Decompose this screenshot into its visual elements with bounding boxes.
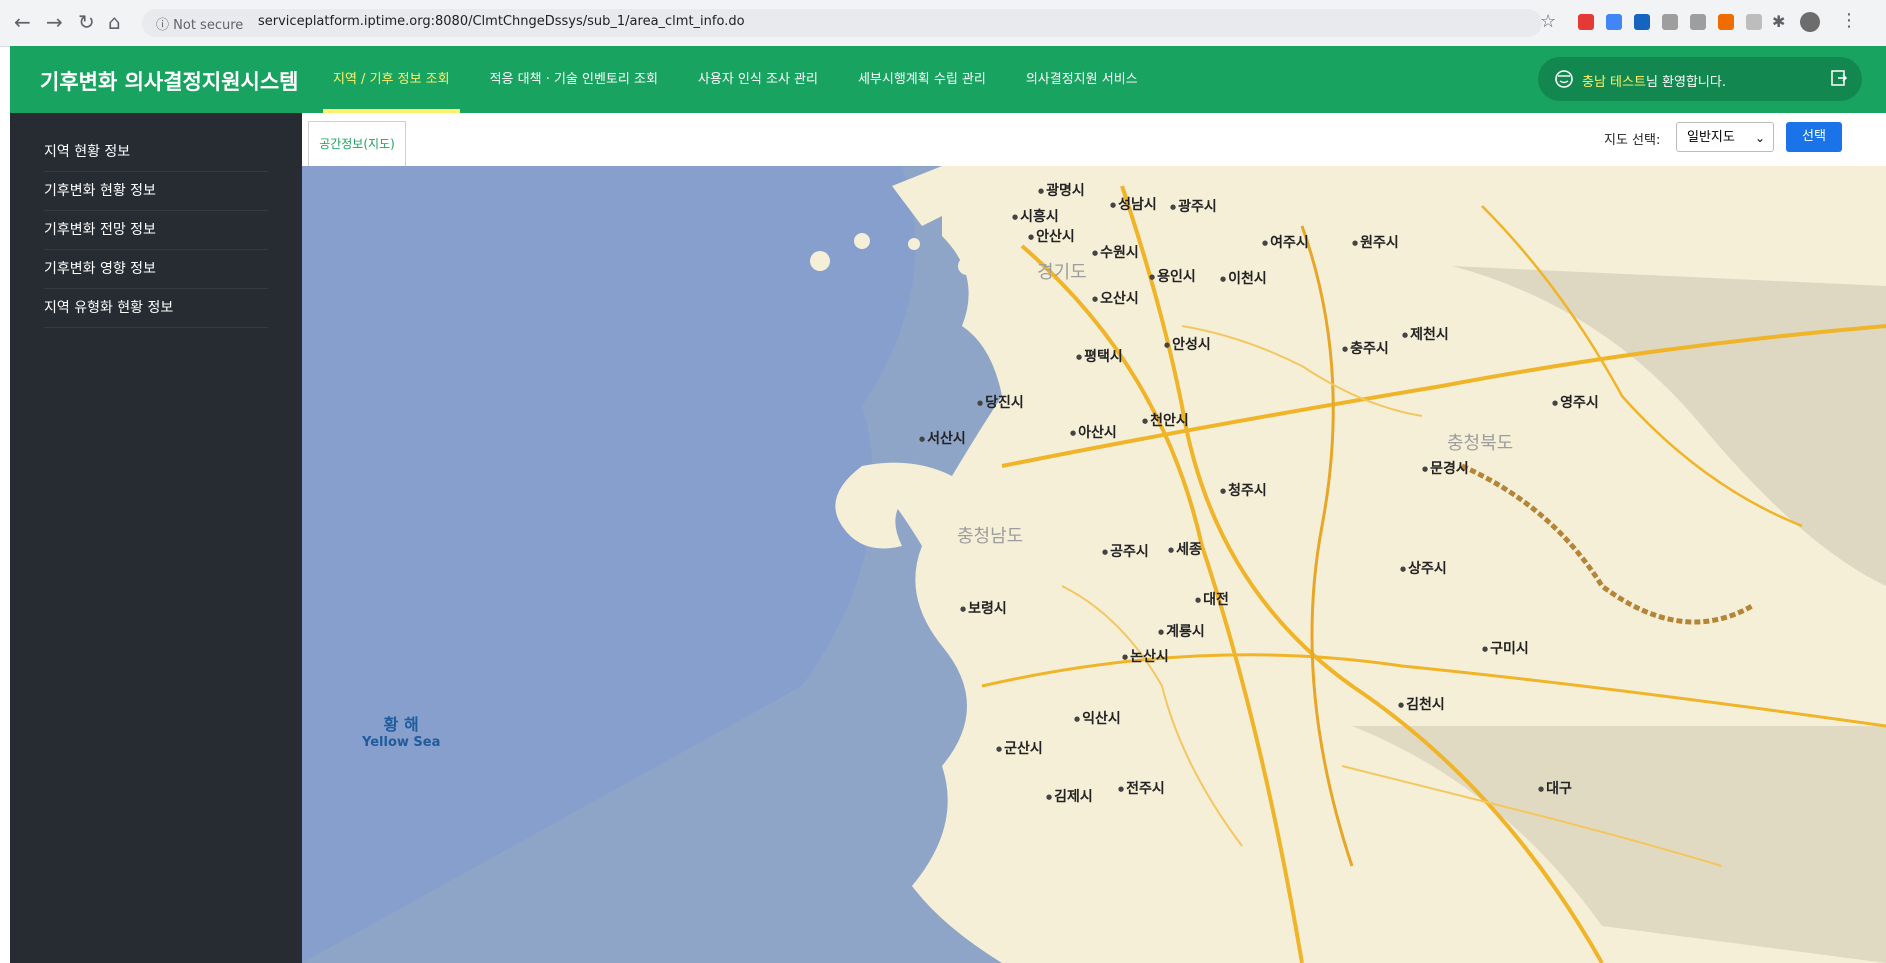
welcome-suffix: 님 환영합니다. (1645, 75, 1726, 90)
city-label: 수원시 (1092, 242, 1139, 262)
city-label: 논산시 (1122, 646, 1169, 666)
city-label: 대구 (1538, 778, 1572, 798)
map-type-select[interactable]: 일반지도 ⌄ (1676, 122, 1774, 152)
city-label: 청주시 (1220, 480, 1267, 500)
tab-spatial-map[interactable]: 공간정보(지도) (308, 121, 406, 168)
sea-label-en: Yellow Sea (362, 735, 441, 750)
city-label: 제천시 (1402, 324, 1449, 344)
back-icon[interactable]: ← (14, 10, 31, 34)
profile-avatar[interactable] (1800, 12, 1820, 32)
sidebar-item-climate-status[interactable]: 기후변화 현황 정보 (44, 172, 268, 211)
city-label: 안성시 (1164, 334, 1211, 354)
city-label: 원주시 (1352, 232, 1399, 252)
map-select-label: 지도 선택: (1604, 133, 1661, 148)
city-label: 여주시 (1262, 232, 1309, 252)
city-label: 익산시 (1074, 708, 1121, 728)
url-text[interactable]: serviceplatform.iptime.org:8080/ClmtChng… (258, 14, 745, 29)
chevron-down-icon: ⌄ (1754, 131, 1765, 145)
city-label: 군산시 (996, 738, 1043, 758)
city-label: 상주시 (1400, 558, 1447, 578)
puzzle-icon[interactable]: ✱ (1772, 12, 1785, 31)
city-label: 김제시 (1046, 786, 1093, 806)
home-icon[interactable]: ⌂ (108, 10, 121, 34)
province-label: 충청남도 (957, 526, 1024, 547)
sidebar: 지역 현황 정보 기후변화 현황 정보 기후변화 전망 정보 기후변화 영향 정… (10, 113, 302, 963)
map-type-value: 일반지도 (1687, 130, 1735, 145)
city-label: 평택시 (1076, 346, 1123, 366)
city-label: 광명시 (1038, 180, 1085, 200)
reload-icon[interactable]: ↻ (78, 10, 95, 34)
not-secure-label[interactable]: ⓘ Not secure (156, 14, 243, 33)
city-label: 세종 (1168, 539, 1202, 559)
city-label: 문경시 (1422, 458, 1469, 478)
sidebar-item-climate-forecast[interactable]: 기후변화 전망 정보 (44, 211, 268, 250)
main-menu: 지역 / 기후 정보 조회 적응 대책 · 기술 인벤토리 조회 사용자 인식 … (313, 46, 1158, 113)
sea-label-ko: 황 해 (383, 715, 419, 734)
address-bar[interactable]: ⓘ Not secure serviceplatform.iptime.org:… (142, 9, 1542, 37)
city-label: 대전 (1195, 589, 1229, 609)
extension-icon[interactable] (1662, 14, 1678, 30)
city-label: 시흥시 (1012, 206, 1059, 226)
city-label: 서산시 (919, 428, 966, 448)
logout-icon[interactable] (1830, 69, 1848, 87)
sidebar-item-region-typology[interactable]: 지역 유형화 현황 정보 (44, 289, 268, 328)
browser-toolbar: ← → ↻ ⌂ ⓘ Not secure serviceplatform.ipt… (0, 0, 1886, 47)
city-label: 보령시 (960, 598, 1007, 618)
welcome-box: 충남 테스트님 환영합니다. (1538, 57, 1862, 101)
sidebar-item-region-status[interactable]: 지역 현황 정보 (44, 133, 268, 172)
welcome-text: 충남 테스트님 환영합니다. (1582, 71, 1726, 90)
city-label: 당진시 (977, 392, 1024, 412)
city-label: 천안시 (1142, 410, 1189, 430)
extension-icon[interactable] (1634, 14, 1650, 30)
menu-action-plan[interactable]: 세부시행계획 수립 관리 (838, 46, 1006, 113)
city-label: 안산시 (1028, 226, 1075, 246)
bookmark-star-icon[interactable]: ☆ (1540, 11, 1556, 32)
city-label: 전주시 (1118, 778, 1165, 798)
sidebar-item-climate-impact[interactable]: 기후변화 영향 정보 (44, 250, 268, 289)
map-canvas (302, 166, 1886, 963)
menu-region-climate-info[interactable]: 지역 / 기후 정보 조회 (313, 46, 470, 113)
main-content: 공간정보(지도) 지도 선택: 일반지도 ⌄ 선택 황 해 Yellow Sea… (302, 113, 1886, 963)
select-button[interactable]: 선택 (1786, 122, 1842, 152)
city-label: 영주시 (1552, 392, 1599, 412)
city-label: 아산시 (1070, 422, 1117, 442)
menu-user-survey[interactable]: 사용자 인식 조사 관리 (678, 46, 838, 113)
city-label: 오산시 (1092, 288, 1139, 308)
province-label: 경기도 (1037, 262, 1087, 283)
sea-label: 황 해 Yellow Sea (362, 711, 440, 750)
extension-icon[interactable] (1746, 14, 1762, 30)
extension-icon[interactable] (1718, 14, 1734, 30)
map-view[interactable]: 황 해 Yellow Sea 경기도 충청북도 충청남도 광명시 시흥시 안산시… (302, 166, 1886, 963)
menu-decision-support[interactable]: 의사결정지원 서비스 (1006, 46, 1158, 113)
city-label: 용인시 (1149, 266, 1196, 286)
city-label: 성남시 (1110, 194, 1157, 214)
city-label: 김천시 (1398, 694, 1445, 714)
city-label: 충주시 (1342, 338, 1389, 358)
city-label: 계룡시 (1158, 621, 1205, 641)
app-header: 기후변화 의사결정지원시스템 지역 / 기후 정보 조회 적응 대책 · 기술 … (10, 46, 1886, 113)
city-label: 공주시 (1102, 541, 1149, 561)
app-title[interactable]: 기후변화 의사결정지원시스템 (40, 66, 298, 96)
content-tabbar: 공간정보(지도) 지도 선택: 일반지도 ⌄ 선택 (302, 113, 1886, 168)
extension-icon[interactable] (1606, 14, 1622, 30)
forward-icon[interactable]: → (46, 10, 63, 34)
menu-adaptation-inventory[interactable]: 적응 대책 · 기술 인벤토리 조회 (470, 46, 678, 113)
city-label: 광주시 (1170, 196, 1217, 216)
security-text: Not secure (173, 18, 244, 33)
user-name: 충남 테스트 (1582, 75, 1646, 90)
extension-icon[interactable] (1578, 14, 1594, 30)
province-label: 충청북도 (1447, 433, 1514, 454)
extension-icon[interactable] (1690, 14, 1706, 30)
city-label: 이천시 (1220, 268, 1267, 288)
more-menu-icon[interactable]: ⋮ (1840, 10, 1858, 31)
user-face-icon (1555, 70, 1573, 88)
city-label: 구미시 (1482, 638, 1529, 658)
